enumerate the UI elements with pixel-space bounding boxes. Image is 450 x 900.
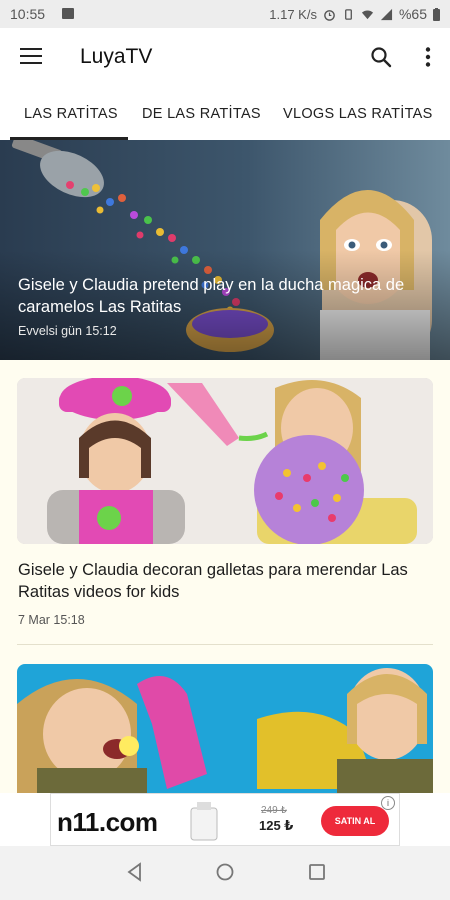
video-thumbnail xyxy=(17,664,433,793)
video-card-thumbnail-partial[interactable] xyxy=(17,664,433,793)
featured-video[interactable]: Gisele y Claudia pretend play en la duch… xyxy=(0,140,450,360)
recents-icon[interactable] xyxy=(306,861,328,883)
video-title[interactable]: Gisele y Claudia decoran galletas para m… xyxy=(18,559,438,603)
ad-price: 125 ₺ xyxy=(259,818,294,833)
wifi-icon xyxy=(361,10,374,19)
battery-icon xyxy=(433,7,440,21)
menu-icon[interactable] xyxy=(20,48,42,66)
image-notification-icon xyxy=(62,8,74,19)
back-icon[interactable] xyxy=(124,861,146,883)
network-speed: 1.17 K/s xyxy=(269,6,317,22)
ad-old-price: 249 ₺ xyxy=(261,805,287,816)
battery-percent: %65 xyxy=(398,6,427,22)
tab-las-ratitas[interactable]: LAS RATİTAS xyxy=(24,106,118,122)
status-time: 10:55 xyxy=(10,6,46,22)
search-icon[interactable] xyxy=(370,46,392,68)
more-vert-icon[interactable] xyxy=(424,46,432,68)
alarm-icon xyxy=(324,9,335,21)
tab-bar: LAS RATİTAS DE LAS RATİTAS VLOGS LAS RAT… xyxy=(0,86,450,140)
vibrate-icon xyxy=(345,8,352,20)
ad-logo: n11.com xyxy=(57,807,158,837)
tab-vlogs-las-ratitas[interactable]: VLOGS LAS RATİTAS xyxy=(283,106,433,122)
featured-time: Evvelsi gün 15:12 xyxy=(18,324,117,338)
ad-buy-button[interactable]: SATIN AL xyxy=(321,806,389,836)
tab-de-las-ratitas[interactable]: DE LAS RATİTAS xyxy=(142,106,261,122)
signal-icon xyxy=(380,8,393,20)
ad-banner[interactable]: n11.com 249 ₺ 125 ₺ SATIN AL i xyxy=(0,793,450,846)
product-bottle-icon xyxy=(190,802,218,841)
ad-info-icon[interactable]: i xyxy=(381,796,395,810)
home-icon[interactable] xyxy=(214,861,236,883)
video-time: 7 Mar 15:18 xyxy=(18,613,85,627)
status-bar: 10:55 1.17 K/s %65 xyxy=(0,0,450,28)
app-title: LuyaTV xyxy=(80,45,153,68)
ad-container[interactable]: n11.com 249 ₺ 125 ₺ SATIN AL i xyxy=(50,793,400,846)
app-bar: LuyaTV xyxy=(0,28,450,86)
video-card-thumbnail[interactable] xyxy=(17,378,433,544)
video-thumbnail xyxy=(17,378,433,544)
featured-title: Gisele y Claudia pretend play en la duch… xyxy=(18,276,405,316)
system-nav-bar xyxy=(0,846,450,900)
card-divider xyxy=(17,644,433,645)
